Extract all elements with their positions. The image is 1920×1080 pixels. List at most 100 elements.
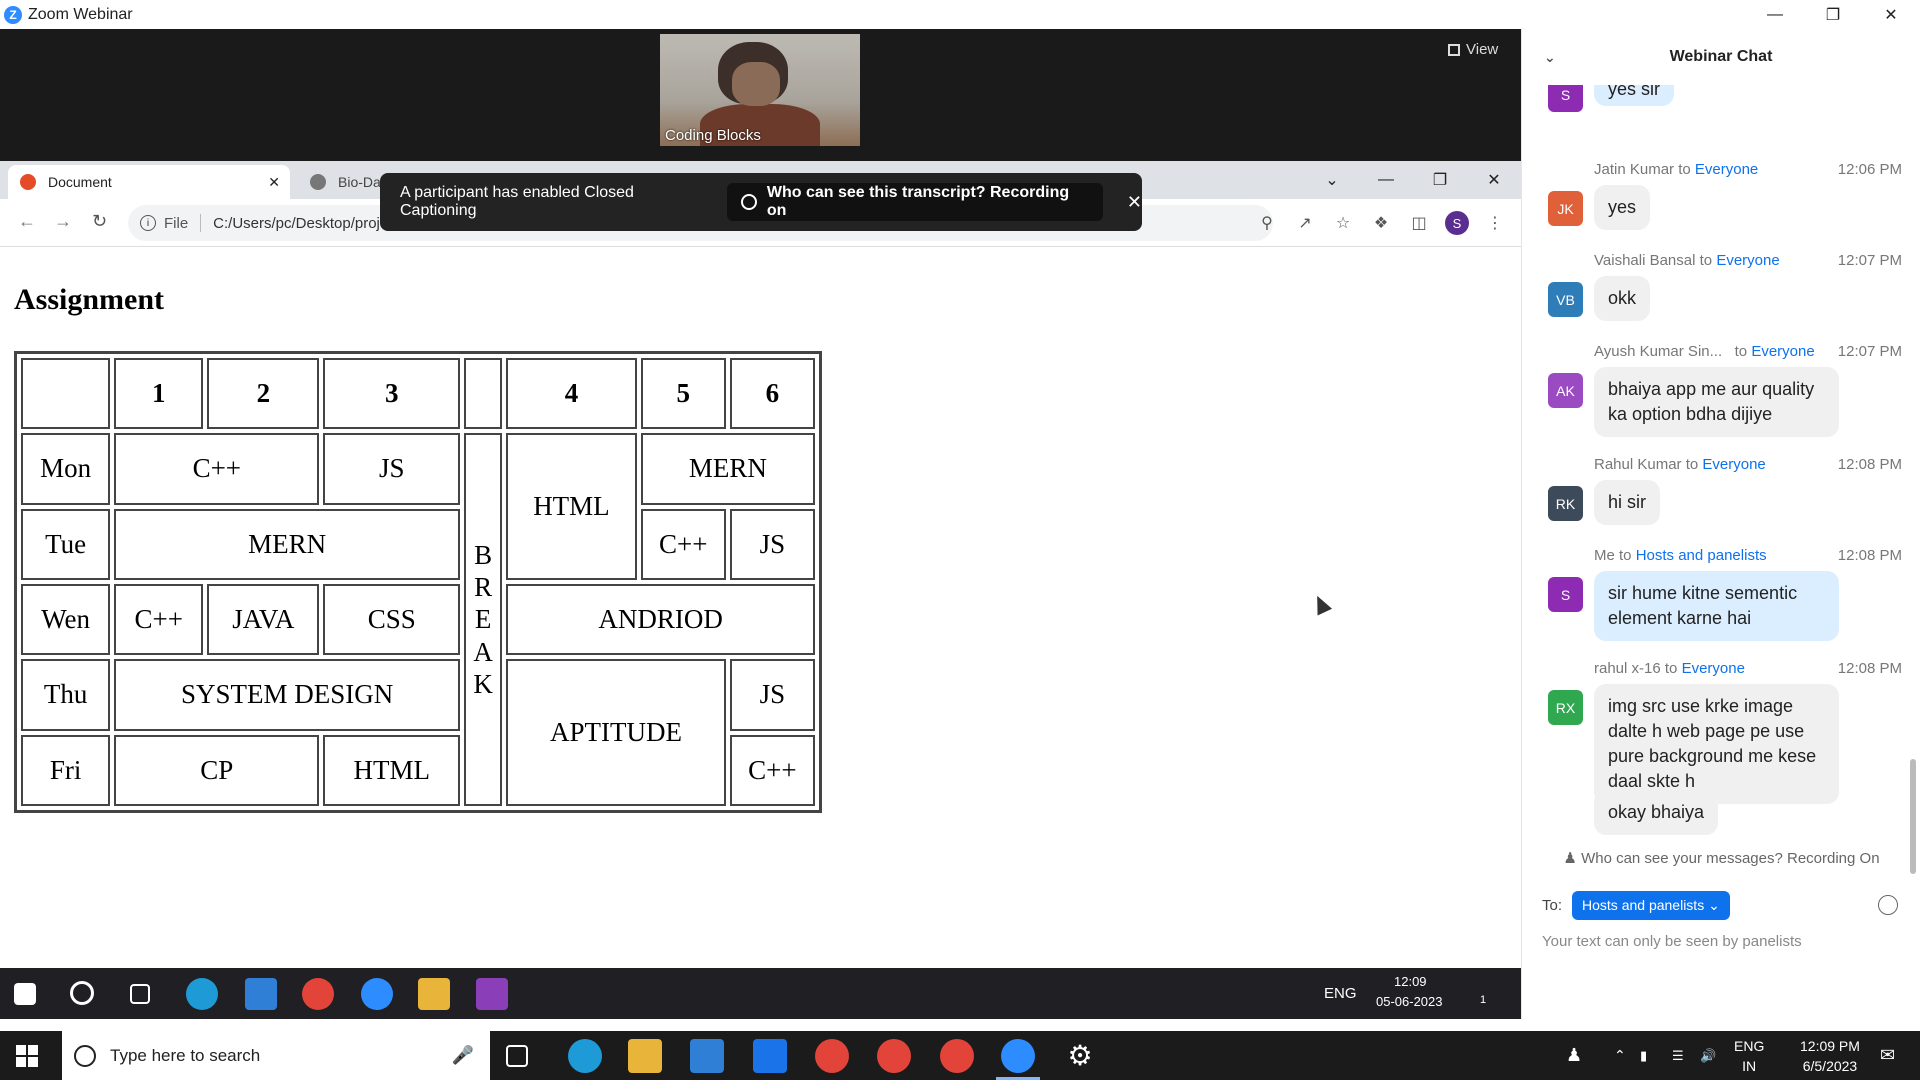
message-bubble: hi sir xyxy=(1594,480,1661,525)
taskbar-search[interactable]: Type here to search 🎤 xyxy=(62,1031,490,1080)
table-row: Thu SYSTEM DESIGN APTITUDE JS xyxy=(21,659,815,806)
browser-minimize-button[interactable]: — xyxy=(1359,161,1413,199)
recording-note[interactable]: ♟ Who can see your messages? Recording O… xyxy=(1522,849,1920,867)
avatar: RX xyxy=(1548,690,1583,725)
wifi-icon[interactable]: ☰ xyxy=(1672,1031,1684,1080)
chrome-profile-icon[interactable] xyxy=(877,1039,911,1073)
menu-icon[interactable]: ⋮ xyxy=(1483,213,1507,233)
table-cell: JS xyxy=(729,659,815,731)
view-label: View xyxy=(1466,41,1499,58)
table-cell: ANDRIOD xyxy=(506,583,815,656)
view-button[interactable]: View xyxy=(1448,41,1498,58)
chrome-icon xyxy=(302,978,334,1010)
message-time: 12:06 PM xyxy=(1837,161,1902,178)
avatar: VB xyxy=(1548,282,1583,317)
sender-name: Jatin Kumar xyxy=(1594,161,1675,178)
restore-button[interactable]: ❐ xyxy=(1804,0,1862,29)
search-icon xyxy=(70,981,94,1005)
chrome-profile-icon[interactable] xyxy=(940,1039,974,1073)
info-icon[interactable]: i xyxy=(140,215,156,231)
to-word: to xyxy=(1619,547,1632,564)
table-cell: 2 xyxy=(207,358,320,430)
message-target: Everyone xyxy=(1716,252,1780,269)
shared-screen-taskbar: ENG 12:09 05-06-2023 1 xyxy=(0,968,1521,1019)
mail-icon[interactable] xyxy=(753,1039,787,1073)
forward-icon[interactable]: → xyxy=(54,211,72,232)
zoom-icon[interactable]: ⚲ xyxy=(1255,213,1279,233)
message-bubble: yes xyxy=(1594,185,1651,230)
search-placeholder: Type here to search xyxy=(110,1045,261,1065)
share-icon[interactable]: ↗ xyxy=(1293,213,1317,233)
notification-icon[interactable]: ✉ xyxy=(1880,1031,1895,1080)
message-time: 12:08 PM xyxy=(1837,547,1902,564)
side-panel-icon[interactable]: ◫ xyxy=(1407,213,1431,233)
message-time: 12:07 PM xyxy=(1837,343,1902,360)
back-icon[interactable]: ← xyxy=(18,211,36,232)
chat-messages[interactable]: S yes sir Jatin Kumar to Everyone 12:06 … xyxy=(1522,85,1912,845)
cc-message: A participant has enabled Closed Caption… xyxy=(400,184,634,219)
browser-close-button[interactable]: ✕ xyxy=(1467,161,1521,199)
browser-restore-button[interactable]: ❐ xyxy=(1413,161,1467,199)
lang-bottom: IN xyxy=(1742,1058,1757,1074)
chevron-up-icon[interactable]: ⌃ xyxy=(1614,1031,1626,1080)
chevron-down-icon[interactable]: ⌄ xyxy=(1544,49,1556,66)
reload-icon[interactable]: ↻ xyxy=(92,211,107,232)
settings-gear-icon[interactable]: ⚙ xyxy=(1063,1039,1097,1073)
table-row: Tue MERN C++ JS xyxy=(21,508,815,580)
table-cell: Fri xyxy=(21,734,111,806)
speaker-video[interactable]: Coding Blocks xyxy=(660,34,860,146)
file-explorer-icon[interactable] xyxy=(628,1039,662,1073)
table-cell: JS xyxy=(729,508,815,580)
clock-date: 6/5/2023 xyxy=(1802,1058,1858,1074)
emoji-icon[interactable] xyxy=(1878,895,1898,915)
recipient-dropdown[interactable]: Hosts and panelists ⌄ xyxy=(1572,891,1730,920)
to-word: to xyxy=(1685,456,1699,473)
chat-header: ⌄ Webinar Chat xyxy=(1522,29,1920,85)
minimize-button[interactable]: — xyxy=(1746,0,1804,29)
chat-input[interactable]: Your text can only be seen by panelists xyxy=(1542,933,1802,950)
profile-avatar[interactable]: S xyxy=(1445,211,1469,235)
zoom-app-icon[interactable] xyxy=(1001,1039,1035,1073)
volume-icon[interactable]: 🔊 xyxy=(1700,1031,1716,1080)
windows-start-icon xyxy=(14,983,36,1005)
person-icon: ♟ xyxy=(1563,850,1577,867)
store-icon[interactable] xyxy=(690,1039,724,1073)
break-letter: K xyxy=(473,669,493,700)
tab-search-icon[interactable]: ⌄ xyxy=(1305,161,1359,199)
close-button[interactable]: ✕ xyxy=(1862,0,1920,29)
mouse-cursor-icon xyxy=(1309,592,1333,616)
taskbar-clock[interactable]: 12:09 PM 6/5/2023 xyxy=(1800,1036,1860,1076)
recipient-row: To: Hosts and panelists ⌄ xyxy=(1542,891,1730,920)
table-cell: Thu xyxy=(21,659,111,731)
table-cell: HTML xyxy=(506,433,637,580)
message-target: Everyone xyxy=(1694,161,1759,178)
microphone-icon[interactable]: 🎤 xyxy=(452,1045,474,1066)
table-cell xyxy=(21,358,111,430)
bookmark-star-icon[interactable]: ☆ xyxy=(1331,213,1355,233)
tab-document[interactable]: Document ✕ xyxy=(8,165,290,199)
sender-name: Ayush Kumar Sin... xyxy=(1594,343,1723,360)
grid-icon xyxy=(1448,43,1460,56)
tab-close-icon[interactable]: ✕ xyxy=(268,174,280,191)
extensions-icon[interactable]: ❖ xyxy=(1369,213,1393,233)
to-word: to xyxy=(1699,252,1713,269)
language-indicator[interactable]: ENG IN xyxy=(1734,1036,1764,1076)
language-indicator: ENG xyxy=(1324,985,1357,1002)
windows-start-button[interactable] xyxy=(16,1045,38,1067)
message-bubble: img src use krke image dalte h web page … xyxy=(1594,684,1839,804)
url-scheme: File xyxy=(164,214,189,232)
chrome-icon[interactable] xyxy=(815,1039,849,1073)
message-time: 12:07 PM xyxy=(1837,252,1902,269)
cc-close-icon[interactable]: ✕ xyxy=(1127,192,1142,213)
zoom-app-icon xyxy=(361,978,393,1010)
person-icon xyxy=(741,194,757,210)
battery-icon[interactable]: ▮ xyxy=(1640,1031,1647,1080)
transcript-visibility-button[interactable]: Who can see this transcript? Recording o… xyxy=(727,183,1103,221)
break-cell: B R E A K xyxy=(464,433,503,806)
sender-name: rahul x-16 xyxy=(1594,660,1661,677)
task-view-icon[interactable] xyxy=(506,1045,528,1067)
message-meta: Me to Hosts and panelists xyxy=(1594,547,1767,564)
message-meta: rahul x-16 to Everyone xyxy=(1594,660,1745,677)
people-icon[interactable]: ♟ xyxy=(1566,1031,1582,1080)
edge-icon[interactable] xyxy=(568,1039,602,1073)
